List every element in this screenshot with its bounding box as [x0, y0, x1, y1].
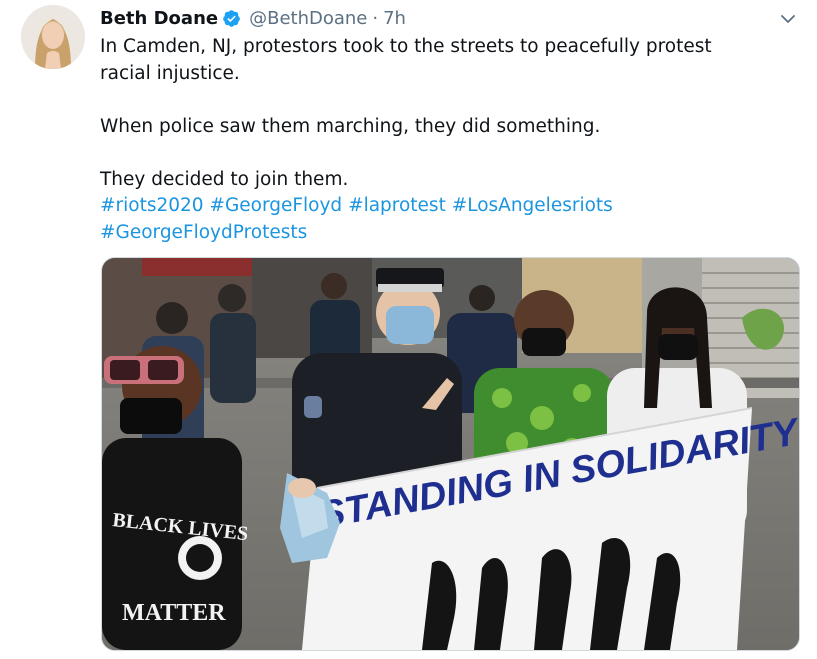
avatar-image: [21, 5, 85, 69]
tweet[interactable]: Beth Doane @BethDoane · 7h In Camden, NJ…: [0, 0, 817, 659]
hashtag-link[interactable]: #LosAngelesriots: [452, 195, 613, 216]
tweet-media-photo[interactable]: BLACK LIVES MATTER STANDING IN SOLIDARIT…: [101, 257, 800, 651]
protest-photo: BLACK LIVES MATTER STANDING IN SOLIDARIT…: [102, 258, 799, 650]
hashtag-link[interactable]: #laprotest: [348, 195, 446, 216]
tweet-text-line: They decided to join them.: [100, 168, 349, 190]
shirt-text-bottom: MATTER: [122, 600, 226, 626]
hashtag-link[interactable]: #GeorgeFloyd: [209, 195, 342, 216]
avatar[interactable]: [21, 5, 85, 69]
hashtag-line: #riots2020 #GeorgeFloyd #laprotest #LosA…: [100, 193, 790, 220]
tweet-text: In Camden, NJ, protestors took to the st…: [100, 34, 790, 246]
hashtag-link[interactable]: #GeorgeFloydProtests: [100, 222, 307, 243]
author-name[interactable]: Beth Doane: [100, 8, 218, 29]
tweet-text-line: When police saw them marching, they did …: [100, 115, 601, 137]
tweet-timestamp[interactable]: 7h: [383, 8, 406, 29]
chevron-down-icon[interactable]: [778, 9, 798, 29]
author-handle[interactable]: @BethDoane: [249, 8, 367, 29]
hashtag-line: #GeorgeFloydProtests: [100, 220, 790, 247]
tweet-header: Beth Doane @BethDoane · 7h: [100, 5, 406, 31]
tweet-text-line: racial injustice.: [100, 62, 240, 84]
separator-dot: ·: [372, 7, 379, 29]
hashtag-link[interactable]: #riots2020: [100, 195, 204, 216]
verified-badge-icon: [222, 9, 241, 28]
tweet-text-line: In Camden, NJ, protestors took to the st…: [100, 36, 712, 57]
